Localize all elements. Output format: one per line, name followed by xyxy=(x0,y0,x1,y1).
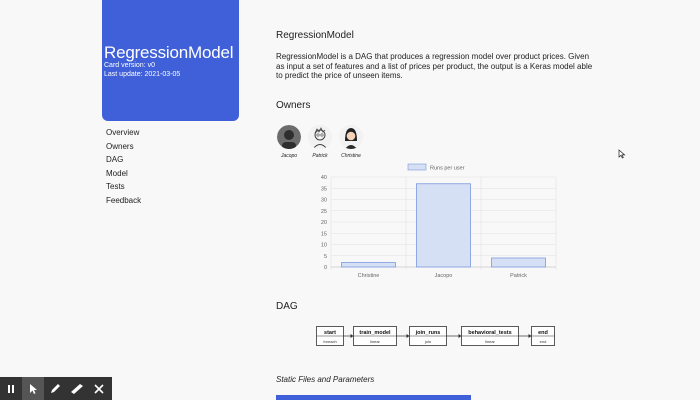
y-tick-label: 5 xyxy=(324,254,327,260)
pointer-button[interactable] xyxy=(22,377,44,400)
legend-swatch xyxy=(407,163,427,171)
owners-heading: Owners xyxy=(276,100,311,111)
dag-node-type: linear xyxy=(485,339,495,344)
person-icon xyxy=(277,125,301,149)
y-tick-label: 0 xyxy=(324,265,327,271)
close-icon xyxy=(94,383,104,394)
owner-avatars: Jacopo Patrick Christine xyxy=(276,125,364,159)
y-tick-label: 15 xyxy=(321,231,327,237)
marker-button[interactable] xyxy=(66,377,88,400)
dag-node-name: train_model xyxy=(359,330,391,336)
nav-item-overview[interactable]: Overview xyxy=(106,128,141,142)
close-button[interactable] xyxy=(88,377,110,400)
pause-button[interactable] xyxy=(0,377,22,400)
section-header-bar xyxy=(276,395,471,400)
dag-node-type: join xyxy=(424,339,431,344)
dag-arrowhead xyxy=(528,334,532,338)
last-update: Last update: 2021-03-05 xyxy=(104,71,181,78)
pen-button[interactable] xyxy=(44,377,66,400)
person-cartoon-icon xyxy=(339,125,363,149)
static-files-heading: Static Files and Parameters xyxy=(276,375,375,384)
dag-node-type: end xyxy=(540,339,547,344)
nav-item-model[interactable]: Model xyxy=(106,169,141,183)
y-tick-label: 30 xyxy=(321,198,327,204)
model-card-hero: RegressionModel Card version: v0 Last up… xyxy=(102,0,239,121)
card-version: Card version: v0 xyxy=(104,62,155,69)
y-tick-label: 40 xyxy=(321,175,327,181)
dag-node-name: start xyxy=(324,330,336,336)
x-tick-label: Patrick xyxy=(510,273,527,279)
owner-name: Patrick xyxy=(312,153,328,159)
hero-title: RegressionModel xyxy=(104,43,234,62)
bar xyxy=(491,257,546,268)
dag-node-name: behavioral_tests xyxy=(468,330,511,336)
x-tick-label: Jacopo xyxy=(435,273,453,279)
dag-arrowhead xyxy=(350,334,354,338)
owner-patrick: Patrick xyxy=(307,125,333,159)
owner-name: Jacopo xyxy=(280,153,298,159)
runs-per-user-chart: Runs per user 0 5 10 15 20 25 30 35 40 Christine Ja… xyxy=(321,163,557,279)
y-tick-label: 20 xyxy=(321,220,327,226)
avatar xyxy=(308,125,332,149)
dag-heading: DAG xyxy=(276,301,298,312)
owner-jacopo: Jacopo xyxy=(276,125,302,159)
owner-name: Christine xyxy=(341,153,361,159)
model-description: RegressionModel is a DAG that produces a… xyxy=(276,52,593,80)
sidebar-nav: Overview Owners DAG Model Tests Feedback xyxy=(106,128,141,210)
dag-node-name: end xyxy=(538,330,548,336)
y-tick-label: 10 xyxy=(321,243,327,249)
dag-flow-diagram: start foreach train_modellinear join_runsjo… xyxy=(316,326,555,346)
dag-arrowhead xyxy=(458,334,462,338)
annotation-toolbar xyxy=(0,377,112,400)
pointer-icon xyxy=(30,383,37,394)
y-tick-label: 25 xyxy=(321,209,327,215)
nav-item-owners[interactable]: Owners xyxy=(106,142,141,156)
nav-item-tests[interactable]: Tests xyxy=(106,182,141,196)
y-tick-label: 35 xyxy=(321,186,327,192)
x-tick-label: Christine xyxy=(358,273,380,279)
dag-arrowhead xyxy=(406,334,410,338)
dag-node-name: join_runs xyxy=(415,330,441,336)
bar xyxy=(416,183,471,268)
pause-icon xyxy=(8,384,14,393)
person-sketch-icon xyxy=(308,125,332,149)
avatar xyxy=(339,125,363,149)
bar xyxy=(341,262,396,268)
page-title: RegressionModel xyxy=(276,30,354,41)
owner-christine: Christine xyxy=(338,125,364,159)
avatar xyxy=(277,125,301,149)
mouse-cursor-icon xyxy=(618,149,626,159)
dag-node-type: foreach xyxy=(323,339,336,344)
legend-label: Runs per user xyxy=(430,166,465,172)
nav-item-dag[interactable]: DAG xyxy=(106,155,141,169)
pen-icon xyxy=(51,383,60,393)
dag-node-type: linear xyxy=(370,339,380,344)
nav-item-feedback[interactable]: Feedback xyxy=(106,196,141,210)
marker-icon xyxy=(71,383,83,394)
